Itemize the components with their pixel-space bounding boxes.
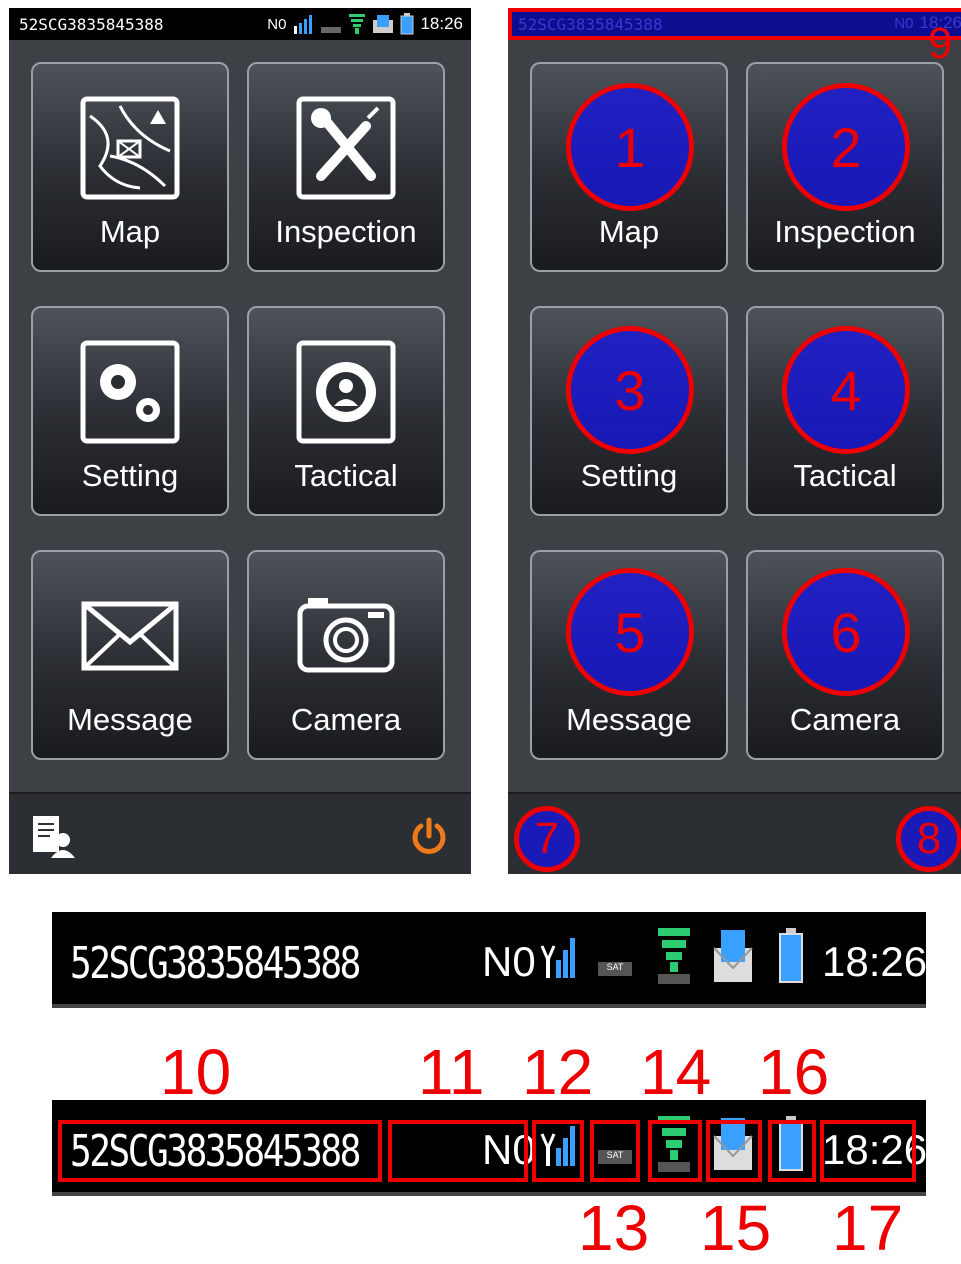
tile-label: Camera bbox=[290, 702, 402, 737]
callout-7: 7 bbox=[514, 806, 580, 872]
tile-label: Setting bbox=[81, 458, 179, 493]
signal-icon bbox=[294, 15, 313, 34]
tile-label: Camera bbox=[789, 702, 901, 737]
callout-6: 6 bbox=[782, 568, 910, 696]
sat-icon bbox=[321, 27, 342, 33]
highlight-10 bbox=[58, 1120, 382, 1182]
callout-3: 3 bbox=[566, 326, 694, 454]
highlight-13 bbox=[590, 1120, 640, 1182]
tile-camera[interactable]: Camera bbox=[247, 550, 445, 760]
highlight-11 bbox=[388, 1120, 528, 1182]
callout-2: 2 bbox=[782, 83, 910, 211]
phone-screen-annotated: 52SCG3835845388 N0 18:26 Map Inspection … bbox=[508, 8, 961, 874]
callout-14: 14 bbox=[640, 1036, 712, 1108]
callout-16: 16 bbox=[758, 1036, 830, 1108]
tactical-icon bbox=[296, 340, 396, 444]
gps-icon bbox=[658, 928, 690, 984]
tile-tactical[interactable]: Tactical bbox=[247, 306, 445, 516]
device-id: 52SCG3835845388 bbox=[70, 938, 361, 989]
contacts-icon[interactable] bbox=[31, 814, 75, 858]
tile-label: Message bbox=[566, 702, 692, 737]
network-label: N0 bbox=[482, 938, 536, 985]
message-icon bbox=[713, 930, 753, 982]
callout-10: 10 bbox=[160, 1036, 232, 1108]
tile-label: Inspection bbox=[275, 214, 417, 249]
tools-icon bbox=[296, 96, 396, 200]
statusbar-highlight bbox=[508, 8, 961, 40]
tile-label: Map bbox=[99, 214, 161, 249]
callout-15: 15 bbox=[700, 1192, 772, 1264]
callout-17: 17 bbox=[832, 1192, 904, 1264]
callout-12: 12 bbox=[522, 1036, 594, 1108]
envelope-icon bbox=[81, 601, 179, 671]
gears-icon bbox=[80, 340, 180, 444]
callout-13: 13 bbox=[578, 1192, 650, 1264]
bottom-bar bbox=[9, 792, 471, 874]
tile-label: Inspection bbox=[774, 214, 916, 249]
clock: 18:26 bbox=[420, 14, 463, 33]
callout-8: 8 bbox=[896, 806, 961, 872]
status-bar: 52SCG3835845388 N0 18:26 bbox=[508, 8, 961, 40]
status-bar-zoom-annotated: 52SCG3835845388 N0 SAT 18:26 bbox=[52, 1100, 927, 1196]
tile-label: Message bbox=[67, 702, 193, 737]
gps-icon bbox=[349, 14, 366, 34]
highlight-15 bbox=[706, 1120, 762, 1182]
network-label: N0 bbox=[267, 15, 287, 33]
highlight-16 bbox=[768, 1120, 816, 1182]
map-icon bbox=[80, 96, 180, 200]
tile-setting[interactable]: Setting bbox=[31, 306, 229, 516]
camera-icon bbox=[297, 598, 395, 673]
sat-icon: SAT bbox=[598, 962, 632, 976]
tile-label: Tactical bbox=[294, 458, 398, 493]
callout-9: 9 bbox=[928, 19, 953, 68]
callout-5: 5 bbox=[566, 568, 694, 696]
tile-label: Map bbox=[598, 214, 660, 249]
signal-icon bbox=[540, 938, 575, 978]
highlight-17 bbox=[820, 1120, 916, 1182]
message-icon bbox=[373, 15, 394, 33]
callout-1: 1 bbox=[566, 83, 694, 211]
clock: 18:26 bbox=[822, 938, 928, 985]
status-bar: 52SCG3835845388 N0 18:26 bbox=[9, 8, 471, 40]
battery-icon bbox=[400, 13, 414, 35]
battery-icon bbox=[779, 928, 803, 983]
power-icon[interactable] bbox=[409, 816, 449, 856]
tile-inspection[interactable]: Inspection bbox=[247, 62, 445, 272]
tile-map[interactable]: Map bbox=[31, 62, 229, 272]
phone-screen-normal: 52SCG3835845388 N0 18:26 Map Inspection … bbox=[9, 8, 471, 874]
status-bar-zoom: 52SCG3835845388 N0 SAT 18:26 bbox=[52, 912, 928, 1008]
tile-label: Setting bbox=[580, 458, 678, 493]
tile-label: Tactical bbox=[793, 458, 897, 493]
callout-4: 4 bbox=[782, 326, 910, 454]
device-id: 52SCG3835845388 bbox=[19, 15, 164, 34]
highlight-14 bbox=[648, 1120, 702, 1182]
tile-message[interactable]: Message bbox=[31, 550, 229, 760]
highlight-12 bbox=[532, 1120, 584, 1182]
callout-11: 11 bbox=[418, 1036, 485, 1108]
sat-label: SAT bbox=[606, 962, 624, 972]
